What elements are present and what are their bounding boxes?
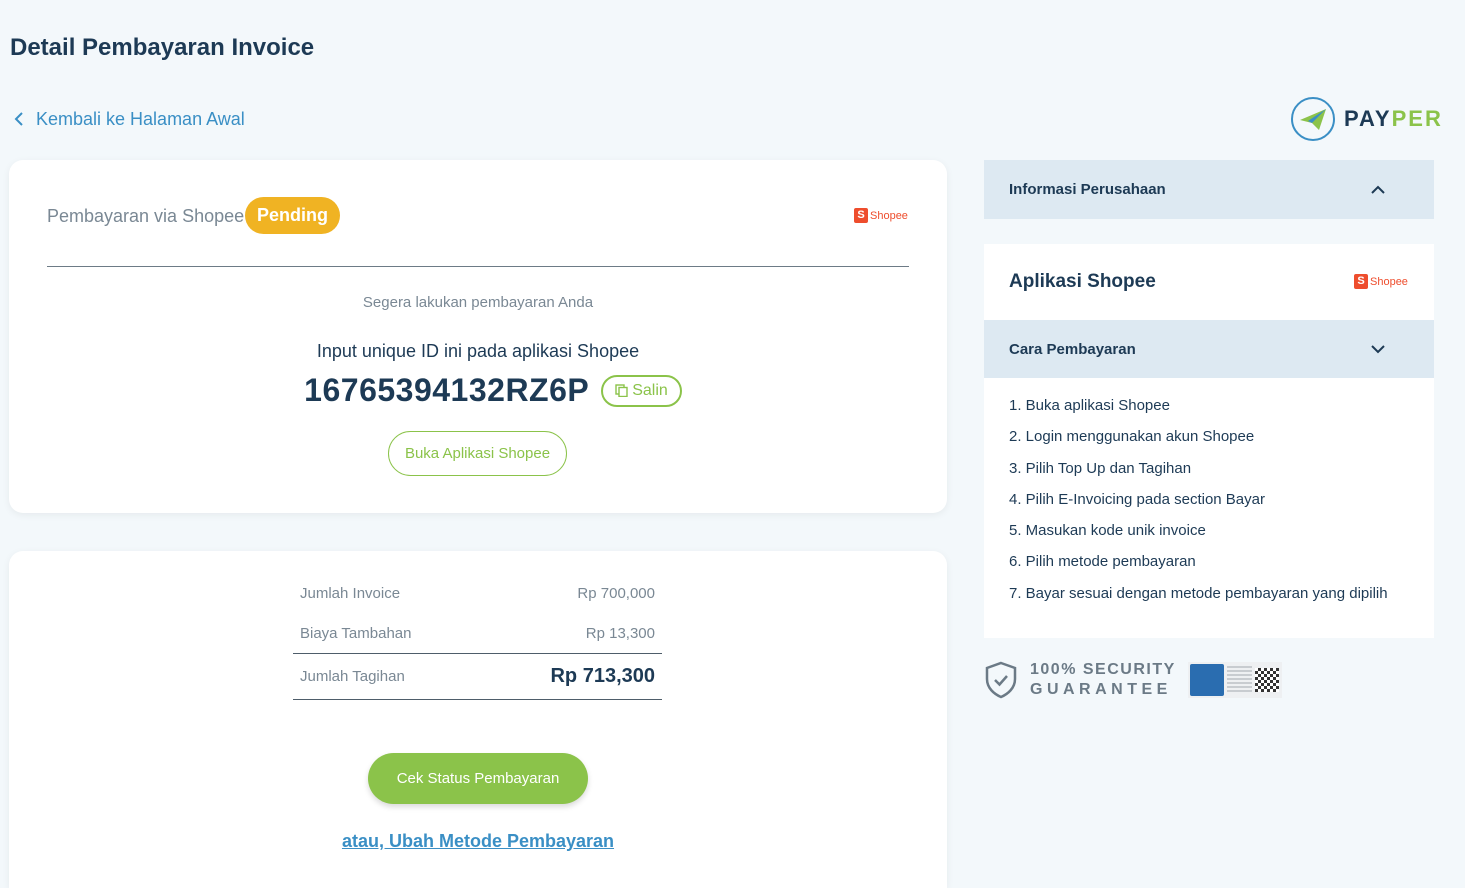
security-text: 100% SECURITY GUARANTEE [1030, 661, 1176, 698]
payper-plane-icon [1291, 97, 1335, 141]
unique-id-value: 16765394132RZ6P [304, 372, 590, 408]
company-info-accordion[interactable]: Informasi Perusahaan [984, 160, 1434, 219]
tuv-certified-icon [1189, 664, 1224, 696]
payment-howto-header: Cara Pembayaran [1009, 340, 1136, 358]
payper-logo: PAYPER [1290, 96, 1443, 142]
shopee-logo: S Shopee [854, 208, 908, 223]
summary-row: Jumlah Invoice Rp 700,000 [300, 584, 655, 602]
chevron-left-icon [14, 112, 23, 126]
payment-steps-list: 1. Buka aplikasi Shopee 2. Login menggun… [1009, 397, 1388, 616]
app-title: Aplikasi Shopee [1009, 271, 1156, 292]
company-info-header: Informasi Perusahaan [1009, 181, 1166, 198]
list-item: 1. Buka aplikasi Shopee [1009, 397, 1170, 414]
chevron-up-icon [1371, 185, 1385, 194]
list-item: 3. Pilih Top Up dan Tagihan [1009, 459, 1192, 477]
back-to-home-link[interactable]: Kembali ke Halaman Awal [12, 108, 245, 130]
total-value: Rp 713,300 [550, 665, 655, 687]
payper-wordmark: PAYPER [1344, 106, 1443, 131]
list-item: 2. Login menggunakan akun Shopee [1009, 428, 1255, 446]
summary-row: Biaya Tambahan Rp 13,300 [300, 624, 655, 642]
list-item: 7. Bayar sesuai dengan metode pembayaran… [1009, 584, 1388, 602]
summary-total-row: Jumlah Tagihan Rp 713,300 [293, 653, 662, 700]
shopee-logo: S Shopee [1354, 274, 1408, 289]
payment-howto-accordion[interactable]: Cara Pembayaran [984, 320, 1434, 378]
unique-id-row: 16765394132RZ6P Salin [9, 372, 947, 409]
copy-button-label: Salin [632, 381, 668, 399]
open-shopee-app-button[interactable]: Buka Aplikasi Shopee [388, 431, 567, 476]
list-item: 6. Pilih metode pembayaran [1009, 553, 1196, 571]
check-status-button[interactable]: Cek Status Pembayaran [368, 753, 588, 804]
payment-card: Pembayaran via Shopee Pending S Shopee S… [9, 160, 947, 513]
pci-dss-icon [1226, 666, 1252, 694]
list-item: 4. Pilih E-Invoicing pada section Bayar [1009, 490, 1265, 508]
summary-card: Jumlah Invoice Rp 700,000 Biaya Tambahan… [9, 551, 947, 888]
change-method-link[interactable]: atau, Ubah Metode Pembayaran [9, 831, 947, 852]
divider [47, 266, 909, 267]
copy-button[interactable]: Salin [601, 374, 682, 407]
invoice-summary: Jumlah Invoice Rp 700,000 Biaya Tambahan… [293, 573, 662, 700]
security-guarantee: 100% SECURITY GUARANTEE [984, 660, 1282, 700]
unique-id-instruction: Input unique ID ini pada aplikasi Shopee [316, 341, 640, 361]
shopee-bag-icon: S [1354, 274, 1368, 289]
shield-check-icon [985, 661, 1017, 699]
list-item: 5. Masukan kode unik invoice [1009, 522, 1206, 540]
total-label: Jumlah Tagihan [300, 668, 405, 685]
qr-code-icon [1254, 668, 1279, 692]
payment-prompt: Segera lakukan pembayaran Anda [362, 294, 594, 311]
shopee-bag-icon: S [854, 208, 868, 223]
shopee-app-panel: Aplikasi Shopee S Shopee 1. Buka aplikas… [984, 244, 1434, 638]
back-link-label: Kembali ke Halaman Awal [36, 108, 245, 129]
certification-badge [1187, 662, 1282, 698]
copy-icon [615, 384, 628, 397]
chevron-down-icon [1371, 345, 1385, 354]
status-badge: Pending [245, 197, 340, 234]
page-title: Detail Pembayaran Invoice [10, 34, 315, 61]
payment-method-label: Pembayaran via Shopee [47, 206, 245, 226]
